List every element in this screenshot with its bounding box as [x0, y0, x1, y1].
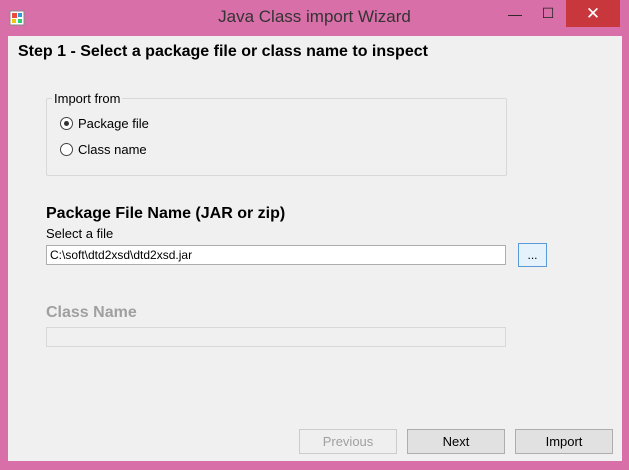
- select-file-label: Select a file: [46, 226, 114, 241]
- minimize-button[interactable]: —: [500, 0, 530, 27]
- close-button[interactable]: ✕: [566, 0, 620, 27]
- file-path-input[interactable]: [46, 245, 506, 265]
- radio-class-name[interactable]: Class name: [60, 142, 147, 157]
- next-button[interactable]: Next: [407, 429, 505, 454]
- class-name-input[interactable]: [46, 327, 506, 347]
- import-from-group: Import from Package file Class name: [46, 91, 507, 176]
- radio-button-unchecked[interactable]: [60, 143, 73, 156]
- radio-button-checked[interactable]: [60, 117, 73, 130]
- wizard-content: Step 1 - Select a package file or class …: [8, 36, 622, 461]
- radio-package-file-label: Package file: [78, 116, 149, 131]
- browse-button[interactable]: ...: [518, 243, 547, 267]
- package-file-title: Package File Name (JAR or zip): [46, 205, 286, 222]
- wizard-window: Java Class import Wizard — ☐ ✕ Step 1 - …: [0, 0, 629, 470]
- step-heading: Step 1 - Select a package file or class …: [18, 43, 428, 60]
- close-icon: ✕: [585, 3, 601, 23]
- radio-class-name-label: Class name: [78, 142, 147, 157]
- maximize-icon: ☐: [541, 5, 555, 21]
- minimize-icon: —: [508, 5, 522, 22]
- import-from-legend: Import from: [52, 91, 123, 106]
- previous-button[interactable]: Previous: [299, 429, 397, 454]
- maximize-button[interactable]: ☐: [533, 0, 563, 27]
- radio-package-file[interactable]: Package file: [60, 116, 149, 131]
- title-bar[interactable]: Java Class import Wizard — ☐ ✕: [0, 0, 629, 36]
- import-button[interactable]: Import: [515, 429, 613, 454]
- class-name-title: Class Name: [46, 304, 137, 321]
